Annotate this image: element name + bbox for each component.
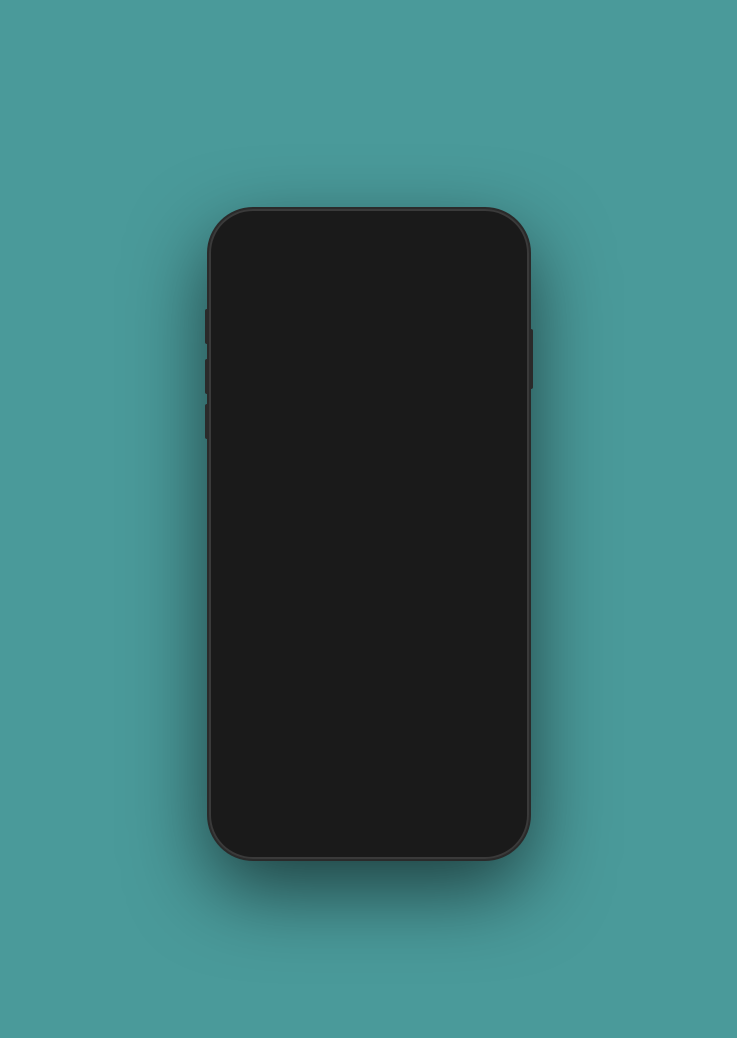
status-icons — [436, 246, 497, 259]
letter-requests-menu-label: Letter requests — [277, 715, 488, 731]
menu-item-letter-requests[interactable]: Letter requests › — [221, 695, 517, 752]
phone-notch — [304, 221, 434, 247]
quick-actions-grid: Attendancecheck in Submit workexpense — [221, 309, 517, 510]
chevron-icon: › — [496, 601, 501, 617]
request-letter-label: Request aletter — [434, 472, 484, 501]
work-nav-icon — [299, 792, 319, 817]
timeoff-menu-icon — [237, 652, 265, 680]
action-find-colleague[interactable]: Finda colleague — [327, 418, 410, 511]
home-nav-icon — [240, 788, 260, 813]
health-nav-label: Health — [354, 816, 383, 827]
location-arrow-icon: ➤ — [272, 246, 280, 257]
page-title: Work — [346, 275, 385, 295]
attendance-menu-icon — [237, 538, 265, 566]
menu-item-attendance[interactable]: Attendance › — [221, 524, 517, 581]
letter-icon — [443, 432, 475, 464]
colleague-search-icon — [352, 432, 384, 464]
timesheet-menu-icon — [237, 595, 265, 623]
profile-nav-label: My profile — [465, 816, 508, 827]
help-icon[interactable]: ? — [476, 273, 500, 297]
app-header: Work ? — [221, 265, 517, 309]
timeoff-icon — [262, 432, 294, 464]
action-request-timeoff[interactable]: Requesttime off — [237, 418, 320, 511]
wifi-icon — [456, 246, 470, 259]
signal-icon — [436, 248, 451, 258]
attendance-icon — [262, 331, 294, 363]
action-attendance-checkin[interactable]: Attendancecheck in — [237, 317, 320, 410]
find-colleague-label: Finda colleague — [340, 472, 396, 501]
action-request-letter[interactable]: Request aletter — [418, 418, 501, 511]
letter-menu-icon — [237, 709, 265, 737]
task-icon — [443, 331, 475, 363]
menu-item-time-off[interactable]: Time off › — [221, 638, 517, 695]
menu-item-timesheets[interactable]: Timesheets › — [221, 581, 517, 638]
active-nav-indicator — [294, 784, 324, 787]
attendance-checkin-label: Attendancecheck in — [250, 371, 306, 400]
health-nav-icon — [359, 788, 379, 813]
bottom-nav: Home Work — [221, 775, 517, 847]
submit-expense-label: Submit workexpense — [338, 371, 399, 400]
profile-nav-icon — [477, 788, 497, 813]
nav-item-home[interactable]: Home — [221, 788, 280, 827]
add-task-label: Add newtask — [438, 371, 481, 400]
expense-icon — [352, 331, 384, 363]
home-nav-label: Home — [237, 816, 264, 827]
perks-nav-icon — [418, 788, 438, 813]
chevron-icon: › — [496, 544, 501, 560]
request-timeoff-label: Requesttime off — [257, 472, 298, 501]
chevron-icon: › — [496, 658, 501, 674]
timesheets-menu-label: Timesheets — [277, 601, 488, 617]
chevron-icon: › — [496, 715, 501, 731]
attendance-menu-label: Attendance — [277, 544, 488, 560]
hamburger-menu-icon[interactable] — [237, 276, 255, 294]
nav-item-work[interactable]: Work — [280, 784, 339, 831]
action-submit-expense[interactable]: Submit workexpense — [327, 317, 410, 410]
time-display: 1:46 — [241, 244, 267, 259]
nav-item-health[interactable]: Health — [339, 788, 398, 827]
status-time: 1:46 ➤ — [241, 244, 280, 259]
work-nav-label: Work — [298, 820, 321, 831]
action-add-task[interactable]: Add newtask — [418, 317, 501, 410]
phone-screen: 1:46 ➤ — [221, 221, 517, 847]
nav-item-my-profile[interactable]: My profile — [457, 788, 516, 827]
battery-icon — [475, 247, 497, 258]
time-off-menu-label: Time off — [277, 658, 488, 674]
nav-item-perks[interactable]: Perks — [398, 788, 457, 827]
perks-nav-label: Perks — [415, 816, 441, 827]
